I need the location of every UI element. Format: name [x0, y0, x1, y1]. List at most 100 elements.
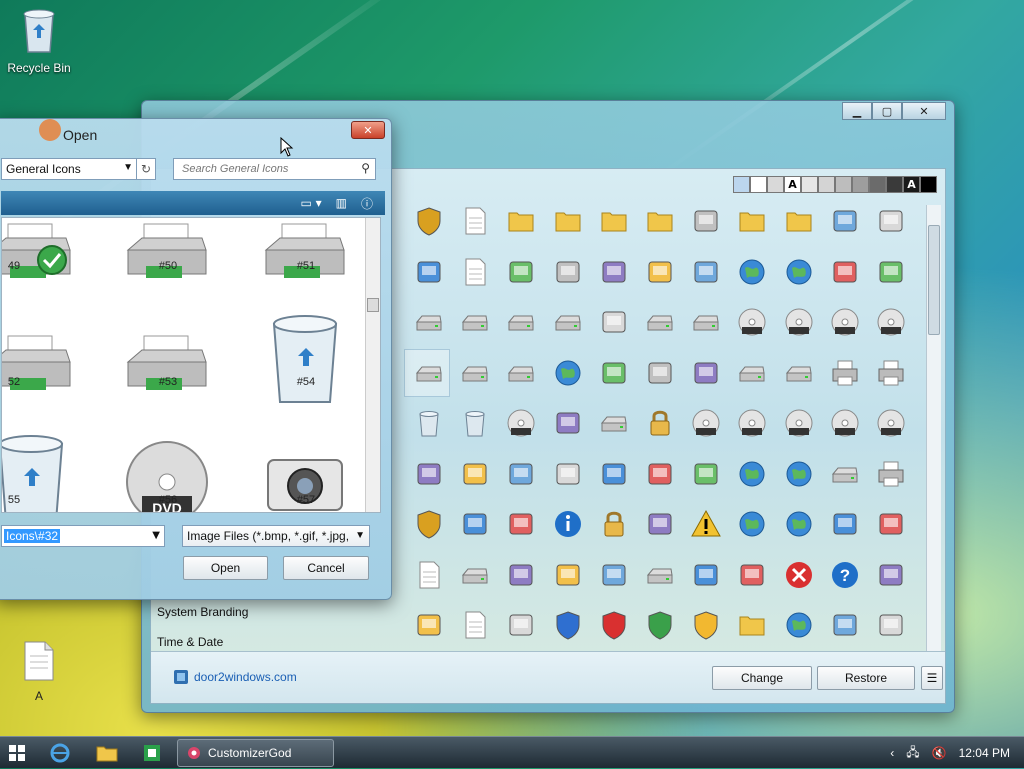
- dvd-icon[interactable]: [505, 407, 537, 439]
- settings-icon[interactable]: [552, 458, 584, 490]
- network-icon[interactable]: [783, 609, 815, 641]
- swatch-4[interactable]: [801, 176, 818, 193]
- chevron-down-icon[interactable]: ▼: [355, 530, 365, 541]
- computer-icon[interactable]: [829, 256, 861, 288]
- monitor-icon[interactable]: [829, 609, 861, 641]
- drive-icon[interactable]: [736, 357, 768, 389]
- file-item-label[interactable]: #51: [286, 260, 326, 272]
- folder-icon[interactable]: [736, 609, 768, 641]
- folder-icon[interactable]: [736, 205, 768, 237]
- drive-icon[interactable]: [783, 357, 815, 389]
- phone-icon[interactable]: [552, 559, 584, 591]
- music-icon[interactable]: [598, 256, 630, 288]
- preview-pane-icon[interactable]: ▥: [336, 196, 347, 210]
- file-item-label[interactable]: #57: [286, 494, 326, 506]
- shield-ok-icon[interactable]: [644, 609, 676, 641]
- lock-icon[interactable]: [644, 407, 676, 439]
- swatch-11[interactable]: [920, 176, 937, 193]
- picture-icon[interactable]: [690, 458, 722, 490]
- folder-icon[interactable]: [644, 205, 676, 237]
- cube-icon[interactable]: [690, 559, 722, 591]
- card-icon[interactable]: [875, 559, 907, 591]
- minimize-button[interactable]: ▁: [842, 102, 872, 120]
- windows-drive-icon[interactable]: [690, 306, 722, 338]
- shield-error-icon[interactable]: [598, 609, 630, 641]
- refresh-button[interactable]: ↻: [136, 158, 156, 180]
- recycle-bin-icon[interactable]: [459, 407, 491, 439]
- swatch-8[interactable]: [869, 176, 886, 193]
- file-item-label[interactable]: #53: [148, 376, 188, 388]
- file-explorer-icon[interactable]: [96, 743, 118, 763]
- users-icon[interactable]: [459, 508, 491, 540]
- clock[interactable]: 12:04 PM: [959, 746, 1010, 760]
- search-document-icon[interactable]: [413, 256, 445, 288]
- file-item-label[interactable]: 55: [2, 494, 34, 506]
- search-icon[interactable]: [459, 458, 491, 490]
- drive-icon[interactable]: [413, 306, 445, 338]
- network-icon[interactable]: 🖧: [906, 743, 919, 764]
- icon-grid-scrollbar[interactable]: [926, 205, 941, 665]
- shield-warning-icon[interactable]: [690, 609, 722, 641]
- hardware-icon[interactable]: [598, 559, 630, 591]
- document-icon[interactable]: [459, 609, 491, 641]
- document-icon[interactable]: [413, 559, 445, 591]
- drive-icon[interactable]: [505, 357, 537, 389]
- network-drive-icon[interactable]: [552, 306, 584, 338]
- camera-icon[interactable]: [598, 357, 630, 389]
- menu-button[interactable]: ☰: [921, 666, 943, 690]
- swatch-1[interactable]: [750, 176, 767, 193]
- photo-icon[interactable]: [644, 508, 676, 540]
- cancel-button[interactable]: Cancel: [283, 556, 369, 580]
- mail-icon[interactable]: [505, 256, 537, 288]
- open-button[interactable]: Open: [183, 556, 268, 580]
- dialog-close-button[interactable]: ✕: [351, 121, 385, 139]
- star-icon[interactable]: [736, 559, 768, 591]
- printer-icon[interactable]: [875, 357, 907, 389]
- printer-icon[interactable]: [1, 217, 76, 294]
- key-icon[interactable]: [598, 508, 630, 540]
- window-icon[interactable]: [505, 559, 537, 591]
- search-icon[interactable]: [690, 205, 722, 237]
- printer-icon[interactable]: [875, 458, 907, 490]
- floppy-icon[interactable]: [690, 357, 722, 389]
- drive-icon[interactable]: [644, 306, 676, 338]
- window-icon[interactable]: [875, 205, 907, 237]
- printer-icon[interactable]: [260, 217, 350, 294]
- drive-icon[interactable]: [644, 559, 676, 591]
- file-item-label[interactable]: #56: [148, 494, 188, 506]
- cd-rw-icon[interactable]: [875, 407, 907, 439]
- recycle-bin-icon[interactable]: [260, 310, 350, 406]
- address-bar[interactable]: General Icons ▼: [1, 158, 137, 180]
- recycle-bin-desktop-icon[interactable]: Recycle Bin: [0, 6, 78, 75]
- change-button[interactable]: Change: [712, 666, 812, 690]
- chevron-down-icon[interactable]: ▼: [123, 162, 133, 173]
- file-item-label[interactable]: #50: [148, 260, 188, 272]
- filetype-select[interactable]: Image Files (*.bmp, *.gif, *.jpg, ▼: [182, 525, 370, 547]
- media-icon[interactable]: [690, 256, 722, 288]
- drive-remove-icon[interactable]: [459, 306, 491, 338]
- file-list-scrollbar[interactable]: [365, 218, 380, 512]
- drive-icon[interactable]: [829, 458, 861, 490]
- search-icon[interactable]: ⚲: [361, 161, 370, 175]
- drive-icon[interactable]: [598, 407, 630, 439]
- printer-icon[interactable]: [829, 357, 861, 389]
- library-icon[interactable]: [829, 508, 861, 540]
- presentation-icon[interactable]: [505, 609, 537, 641]
- scrollbar-thumb[interactable]: [367, 298, 379, 312]
- phone-icon[interactable]: [644, 357, 676, 389]
- swatch-3[interactable]: A: [784, 176, 801, 193]
- error-icon[interactable]: [783, 559, 815, 591]
- printer-icon[interactable]: [122, 310, 212, 406]
- disc-icon[interactable]: [690, 407, 722, 439]
- scrollbar-thumb[interactable]: [928, 225, 940, 335]
- file-item-label[interactable]: #54: [286, 376, 326, 388]
- compass-icon[interactable]: [783, 508, 815, 540]
- swatch-5[interactable]: [818, 176, 835, 193]
- swatch-0[interactable]: [733, 176, 750, 193]
- views-icon[interactable]: ▭ ▾: [300, 196, 321, 210]
- drive-icon[interactable]: [459, 357, 491, 389]
- printer-icon[interactable]: [122, 217, 212, 294]
- floppy-icon[interactable]: [875, 256, 907, 288]
- camera-icon[interactable]: [552, 407, 584, 439]
- chip-icon[interactable]: [598, 306, 630, 338]
